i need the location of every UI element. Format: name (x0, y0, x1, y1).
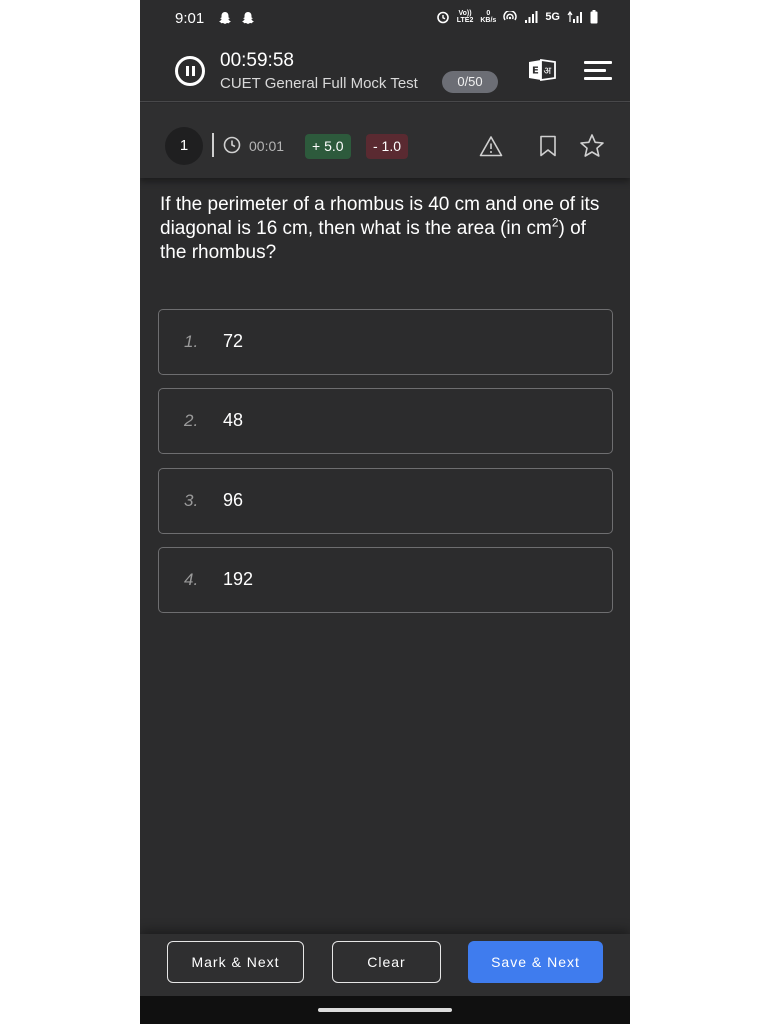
alarm-icon (436, 11, 449, 24)
option-1[interactable]: 1. 72 (158, 309, 613, 375)
bookmark-icon[interactable] (539, 135, 557, 157)
network-type: 5G (545, 11, 560, 23)
divider (212, 133, 214, 157)
system-navigation-bar (140, 996, 630, 1024)
question-meta-bar: 1 00:01 + 5.0 - 1.0 (140, 103, 630, 178)
language-hindi-glyph: अ (544, 66, 552, 77)
network-speed: 0 KB/s (480, 10, 497, 24)
phone-screen: 9:01 Vo)) LTE2 0 KB/s 5G 00:59:58 CUET G… (140, 0, 630, 1024)
option-number: 3. (184, 491, 199, 510)
volte-indicator: Vo)) LTE2 (456, 10, 474, 24)
option-number: 2. (184, 411, 199, 430)
snapchat-notification-icon (242, 12, 254, 24)
pause-icon[interactable] (175, 56, 205, 86)
mark-and-next-button[interactable]: Mark & Next (167, 941, 304, 983)
action-bar: Mark & Next Clear Save & Next (140, 934, 630, 996)
status-bar: 9:01 Vo)) LTE2 0 KB/s 5G (140, 0, 630, 40)
question-text: If the perimeter of a rhombus is 40 cm a… (160, 194, 600, 263)
answered-progress-badge: 0/50 (442, 71, 498, 93)
status-time: 9:01 (175, 10, 205, 27)
home-indicator[interactable] (318, 1008, 452, 1012)
clock-icon (223, 136, 241, 154)
status-icons: Vo)) LTE2 0 KB/s 5G (436, 10, 598, 24)
option-text: 192 (223, 569, 254, 589)
test-title: CUET General Full Mock Test (220, 75, 418, 92)
star-icon[interactable] (579, 133, 605, 159)
language-english-glyph: E (532, 66, 539, 77)
hotspot-icon (503, 11, 518, 21)
save-and-next-button[interactable]: Save & Next (468, 941, 603, 983)
question-time-spent: 00:01 (249, 138, 285, 154)
hamburger-menu-icon[interactable] (584, 61, 612, 81)
option-4[interactable]: 4. 192 (158, 547, 613, 613)
clear-button[interactable]: Clear (332, 941, 441, 983)
battery-icon (590, 10, 598, 24)
option-2[interactable]: 2. 48 (158, 388, 613, 454)
test-timer: 00:59:58 (220, 50, 294, 71)
language-toggle-icon[interactable]: E अ (527, 58, 557, 82)
option-number: 1. (184, 332, 199, 351)
signal-icon (525, 11, 538, 23)
test-header: 00:59:58 CUET General Full Mock Test 0/5… (140, 40, 630, 102)
question-number[interactable]: 1 (165, 127, 203, 165)
option-3[interactable]: 3. 96 (158, 468, 613, 534)
option-text: 72 (223, 331, 244, 351)
negative-marks-badge: - 1.0 (366, 134, 409, 159)
positive-marks-badge: + 5.0 (305, 134, 351, 159)
option-text: 48 (223, 410, 244, 430)
snapchat-notification-icon (219, 12, 231, 24)
signal-icon (567, 11, 582, 23)
option-number: 4. (184, 570, 199, 589)
warning-icon[interactable] (479, 135, 503, 157)
option-text: 96 (223, 490, 244, 510)
